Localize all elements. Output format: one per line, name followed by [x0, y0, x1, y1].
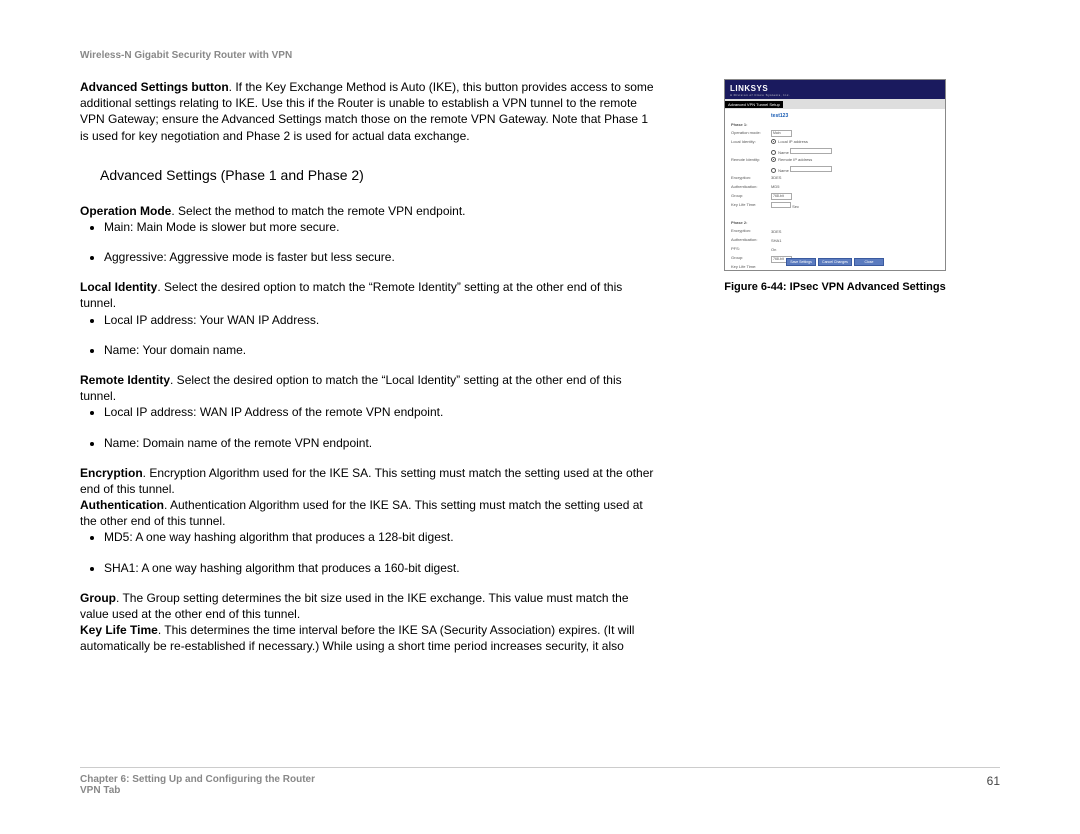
ss-enc2-value: 3DES: [771, 229, 939, 235]
list-item: MD5: A one way hashing algorithm that pr…: [104, 529, 660, 545]
main-content: Advanced Settings button. If the Key Exc…: [80, 79, 660, 655]
ipsec-advanced-settings-screenshot: LINKSYS A Division of Cisco Systems, Inc…: [724, 79, 946, 271]
figure-column: LINKSYS A Division of Cisco Systems, Inc…: [710, 79, 960, 655]
ss-op-mode-select[interactable]: Main: [771, 130, 792, 137]
lead-adv-button: Advanced Settings button: [80, 80, 229, 94]
ss-auth2-label: Authentication:: [731, 237, 771, 243]
lead-group: Group: [80, 591, 116, 605]
ss-enc2-label: Encryption:: [731, 228, 771, 234]
local-id-bullets: Local IP address: Your WAN IP Address. N…: [80, 312, 660, 358]
page-number: 61: [987, 774, 1000, 796]
rest-group: . The Group setting determines the bit s…: [80, 591, 629, 621]
lead-auth: Authentication: [80, 498, 164, 512]
ss-remote-id-opt1: Remote IP address: [778, 157, 812, 162]
ss-auth1-label: Authentication:: [731, 184, 771, 190]
ss-op-mode-label: Operation mode:: [731, 130, 771, 136]
ss-remote-id-label: Remote Identity:: [731, 157, 771, 163]
ss-remote-id-opt2: Name: [778, 168, 789, 173]
ss-group1-select[interactable]: 768-bit: [771, 193, 792, 200]
lead-local-id: Local Identity: [80, 280, 157, 294]
key-life-time-para: Key Life Time. This determines the time …: [80, 622, 660, 654]
remote-identity-para: Remote Identity. Select the desired opti…: [80, 372, 660, 404]
rest-auth: . Authentication Algorithm used for the …: [80, 498, 643, 528]
ss-panel-label: Advanced VPN Tunnel Setup: [725, 101, 783, 108]
ss-phase2-title: Phase 2:: [731, 220, 771, 226]
authentication-para: Authentication. Authentication Algorithm…: [80, 497, 660, 529]
footer-tab: VPN Tab: [80, 785, 315, 796]
ss-cancel-button[interactable]: Cancel Changes: [818, 258, 852, 266]
ss-remote-name-input[interactable]: [790, 166, 832, 172]
ss-close-button[interactable]: Close: [854, 258, 884, 266]
footer-chapter: Chapter 6: Setting Up and Configuring th…: [80, 774, 315, 785]
local-identity-para: Local Identity. Select the desired optio…: [80, 279, 660, 311]
lead-klt: Key Life Time: [80, 623, 158, 637]
ss-radio-remote-ip[interactable]: [771, 157, 776, 162]
ss-phase1-title: Phase 1:: [731, 122, 771, 128]
rest-local-id: . Select the desired option to match the…: [80, 280, 622, 310]
ss-radio-local-name[interactable]: [771, 150, 776, 155]
rest-op-mode: . Select the method to match the remote …: [171, 204, 465, 218]
lead-enc: Encryption: [80, 466, 143, 480]
list-item: SHA1: A one way hashing algorithm that p…: [104, 560, 660, 576]
list-item: Name: Domain name of the remote VPN endp…: [104, 435, 660, 451]
rest-klt: . This determines the time interval befo…: [80, 623, 634, 653]
auth-bullets: MD5: A one way hashing algorithm that pr…: [80, 529, 660, 575]
ss-radio-remote-name[interactable]: [771, 168, 776, 173]
ss-enc1-label: Encryption:: [731, 175, 771, 181]
op-mode-bullets: Main: Main Mode is slower but more secur…: [80, 219, 660, 265]
group-para: Group. The Group setting determines the …: [80, 590, 660, 622]
ss-brand-sub: A Division of Cisco Systems, Inc.: [730, 93, 940, 97]
ss-local-id-opt2: Name: [778, 150, 789, 155]
ss-brand: LINKSYS: [730, 84, 768, 93]
ss-local-id-label: Local Identity:: [731, 139, 771, 145]
list-item: Main: Main Mode is slower but more secur…: [104, 219, 660, 235]
figure-caption: Figure 6-44: IPsec VPN Advanced Settings: [710, 281, 960, 293]
rest-enc: . Encryption Algorithm used for the IKE …: [80, 466, 653, 496]
ss-klt1-unit: Sec: [792, 204, 799, 209]
ss-group1-label: Group:: [731, 193, 771, 199]
list-item: Name: Your domain name.: [104, 342, 660, 358]
list-item: Local IP address: Your WAN IP Address.: [104, 312, 660, 328]
ss-auth1-value: MD5: [771, 184, 939, 190]
operation-mode-para: Operation Mode. Select the method to mat…: [80, 203, 660, 219]
ss-local-id-opt1: Local IP address: [778, 139, 808, 144]
ss-klt1-label: Key Life Time:: [731, 202, 771, 208]
ss-pfs-value: On: [771, 247, 939, 253]
lead-remote-id: Remote Identity: [80, 373, 170, 387]
ss-klt1-input[interactable]: [771, 202, 791, 208]
section-heading-phases: Advanced Settings (Phase 1 and Phase 2): [100, 166, 660, 185]
ss-local-name-input[interactable]: [790, 148, 832, 154]
encryption-para: Encryption. Encryption Algorithm used fo…: [80, 465, 660, 497]
ss-panel-bar: Advanced VPN Tunnel Setup: [725, 99, 945, 109]
ss-tunnel-name: test123: [771, 113, 939, 119]
ss-save-button[interactable]: Save Settings: [786, 258, 816, 266]
list-item: Local IP address: WAN IP Address of the …: [104, 404, 660, 420]
list-item: Aggressive: Aggressive mode is faster bu…: [104, 249, 660, 265]
product-header: Wireless-N Gigabit Security Router with …: [80, 50, 1000, 61]
remote-id-bullets: Local IP address: WAN IP Address of the …: [80, 404, 660, 450]
page-footer: Chapter 6: Setting Up and Configuring th…: [80, 767, 1000, 796]
ss-auth2-value: SHA1: [771, 238, 939, 244]
ss-enc1-value: 3DES: [771, 175, 939, 181]
ss-radio-local-ip[interactable]: [771, 139, 776, 144]
ss-brand-header: LINKSYS A Division of Cisco Systems, Inc…: [725, 80, 945, 99]
advanced-settings-button-para: Advanced Settings button. If the Key Exc…: [80, 79, 660, 144]
ss-pfs-label: PFS:: [731, 246, 771, 252]
lead-op-mode: Operation Mode: [80, 204, 171, 218]
